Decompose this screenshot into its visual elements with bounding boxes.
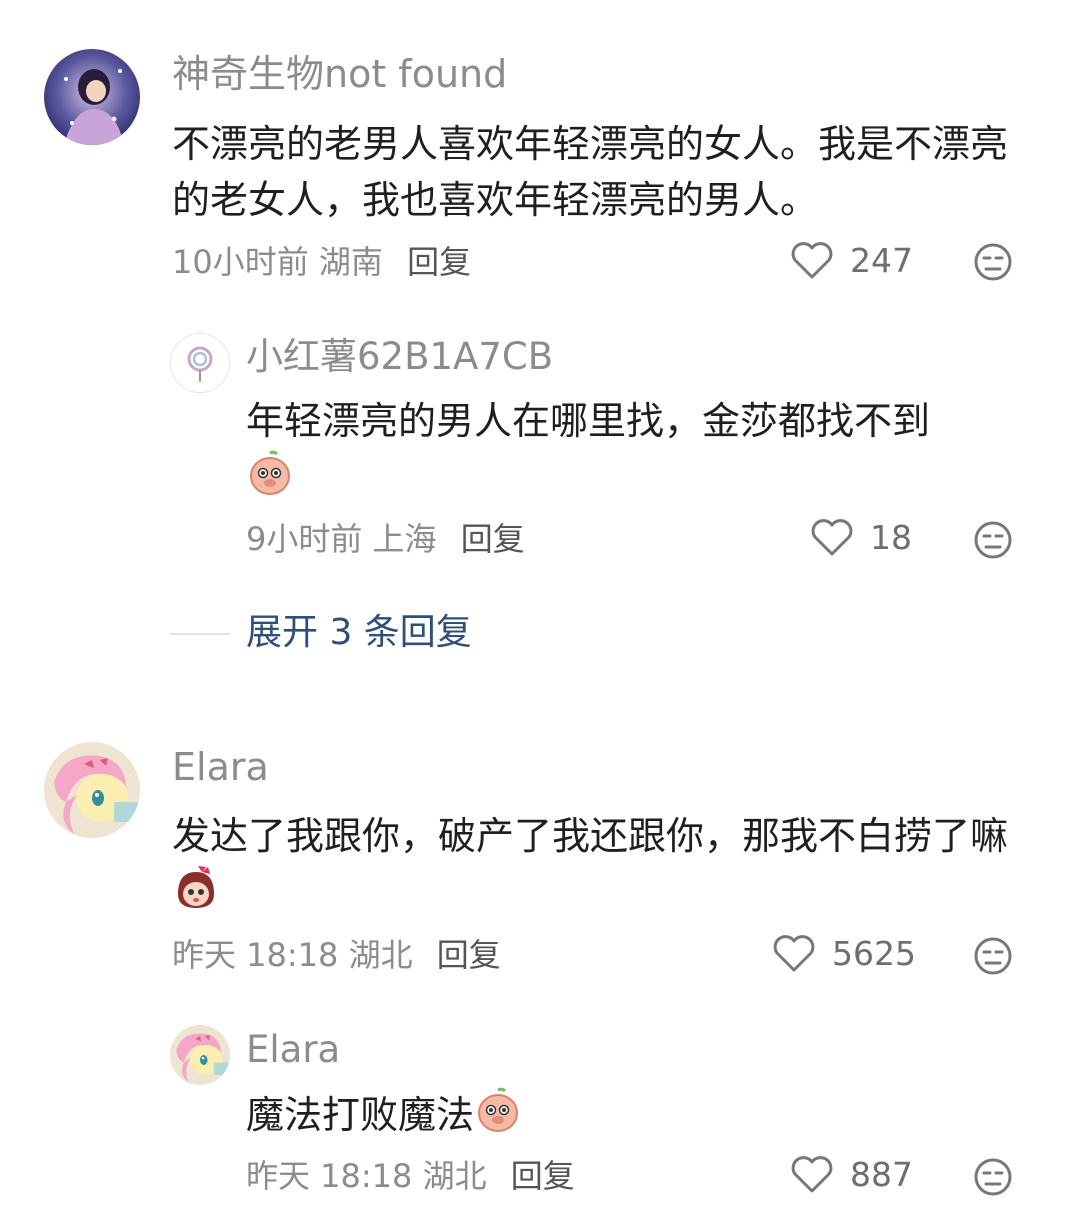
heart-outline-icon: [791, 242, 833, 279]
comment-time: 昨天 18:18: [172, 936, 339, 974]
avatar[interactable]: [170, 1025, 230, 1085]
heart-outline-icon: [811, 519, 853, 556]
reply-time: 昨天 18:18: [246, 1157, 413, 1195]
reply-meta: 昨天 18:18 湖北 回复: [246, 1156, 575, 1196]
reply-text-content: 年轻漂亮的男人在哪里找，金莎都找不到: [246, 399, 931, 443]
pony-avatar: [44, 742, 140, 838]
reply-button[interactable]: 回复: [461, 520, 525, 558]
reply-username[interactable]: Elara: [246, 1027, 340, 1073]
like-button[interactable]: 247: [790, 240, 913, 280]
dislike-button[interactable]: [973, 936, 1013, 980]
comment-location: 湖南: [318, 243, 383, 281]
like-count: 247: [850, 240, 913, 280]
comment-time: 10小时前: [172, 243, 309, 281]
meh-face-icon: [974, 937, 1012, 975]
reply-username[interactable]: 小红薯62B1A7CB: [246, 334, 553, 380]
pony-avatar: [170, 1025, 230, 1085]
girl-face-emoji: [172, 864, 220, 927]
comment-username[interactable]: 神奇生物not found: [172, 51, 507, 97]
reply-button[interactable]: 回复: [407, 243, 471, 281]
reply-time: 9小时前: [246, 520, 363, 558]
reply-text: 年轻漂亮的男人在哪里找，金莎都找不到: [246, 393, 1026, 512]
peach-face-emoji: [246, 449, 294, 512]
reply-text: 魔法打败魔法: [246, 1086, 1026, 1149]
like-button[interactable]: 18: [810, 517, 912, 557]
comment-meta: 10小时前 湖南 回复: [172, 242, 471, 282]
dislike-button[interactable]: [973, 520, 1013, 564]
avatar[interactable]: [44, 742, 140, 838]
comment-text: 发达了我跟你，破产了我还跟你，那我不白捞了嘛: [172, 808, 1022, 927]
avatar[interactable]: [170, 333, 230, 393]
lollipop-avatar: [171, 334, 229, 392]
comment-text-content: 发达了我跟你，破产了我还跟你，那我不白捞了嘛: [172, 814, 1009, 858]
comment-username[interactable]: Elara: [172, 744, 269, 790]
expand-divider: [170, 633, 230, 635]
expand-replies-link[interactable]: 展开 3 条回复: [246, 611, 472, 655]
meh-face-icon: [974, 1158, 1012, 1196]
heart-outline-icon: [791, 1156, 833, 1193]
heart-outline-icon: [773, 935, 815, 972]
reply-location: 湖北: [422, 1157, 487, 1195]
comment-text: 不漂亮的老男人喜欢年轻漂亮的女人。我是不漂亮的老女人，我也喜欢年轻漂亮的男人。: [172, 122, 1009, 222]
peach-face-emoji: [474, 1086, 522, 1149]
comment-meta: 昨天 18:18 湖北 回复: [172, 935, 501, 975]
like-button[interactable]: 887: [790, 1154, 913, 1194]
like-count: 887: [850, 1154, 913, 1194]
reply-button[interactable]: 回复: [511, 1157, 575, 1195]
avatar-image: [44, 49, 140, 145]
dislike-button[interactable]: [973, 1157, 1013, 1201]
like-count: 5625: [832, 933, 916, 973]
comment-location: 湖北: [348, 936, 413, 974]
like-count: 18: [870, 517, 912, 557]
meh-face-icon: [974, 243, 1012, 281]
meh-face-icon: [974, 521, 1012, 559]
like-button[interactable]: 5625: [772, 933, 916, 973]
dislike-button[interactable]: [973, 242, 1013, 286]
reply-meta: 9小时前 上海 回复: [246, 519, 525, 559]
reply-button[interactable]: 回复: [437, 936, 501, 974]
reply-location: 上海: [372, 520, 437, 558]
avatar[interactable]: [44, 49, 140, 145]
reply-text-content: 魔法打败魔法: [246, 1093, 475, 1137]
